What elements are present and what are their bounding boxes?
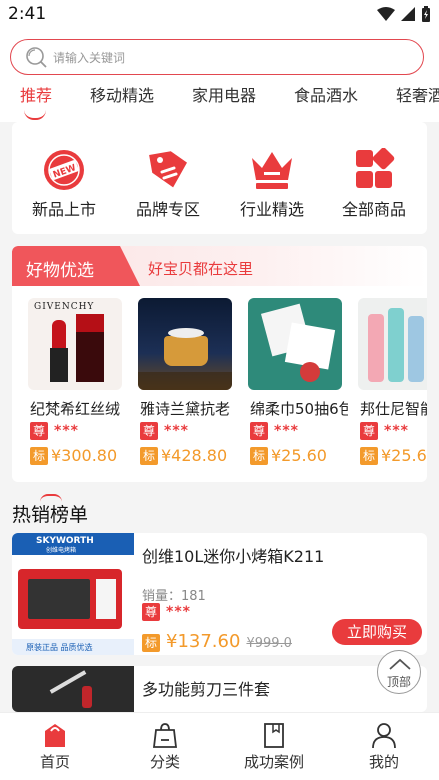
product-thumbnail (12, 666, 134, 712)
brand-tag-icon (149, 151, 188, 188)
signal-icon (401, 7, 415, 21)
member-price-stars: *** (164, 423, 189, 439)
member-badge: 尊 (250, 422, 268, 440)
product-card[interactable]: 雅诗兰黛抗老 尊 *** 标 ¥428.80 (138, 298, 240, 465)
product-image (358, 298, 427, 390)
book-icon (264, 723, 284, 748)
chevron-up-icon (389, 658, 411, 670)
category-new-arrivals[interactable]: NEW 新品上市 (14, 148, 114, 220)
product-price: ¥137.60 (166, 631, 241, 652)
product-name: 多功能剪刀三件套 (142, 680, 271, 699)
category-tabs: 推荐 移动精选 家用电器 食品酒水 轻奢酒 (0, 80, 439, 120)
category-label: 全部商品 (341, 200, 406, 219)
sales-count: 销量：181 (142, 589, 206, 604)
good-picks-subtitle: 好宝贝都在这里 (148, 260, 254, 278)
status-icons (377, 6, 431, 22)
battery-icon (422, 6, 430, 22)
nav-success-cases[interactable]: 成功案例 (229, 721, 319, 772)
bottom-navigation: 首页 分类 成功案例 我的 (0, 712, 439, 780)
member-badge: 尊 (142, 603, 160, 621)
crown-icon (252, 152, 292, 189)
price-badge: 标 (250, 446, 268, 465)
wifi-icon (377, 7, 395, 21)
product-name: 绵柔巾50抽6包 (250, 400, 348, 418)
product-image (248, 298, 342, 390)
member-price-stars: *** (384, 423, 409, 439)
member-badge: 尊 (360, 422, 378, 440)
product-image: GIVENCHY (28, 298, 122, 390)
good-picks-section: 好物优选 好宝贝都在这里 GIVENCHY 纪梵希红丝绒 尊 *** 标 ¥300.… (12, 246, 427, 482)
product-card[interactable]: GIVENCHY 纪梵希红丝绒 尊 *** 标 ¥300.80 (28, 298, 130, 465)
category-shortcuts: NEW 新品上市 品牌专区 行业精选 全部商品 (12, 122, 427, 234)
tab-mobile-picks[interactable]: 移动精选 (90, 82, 154, 106)
product-name: 纪梵希红丝绒 (30, 400, 121, 418)
status-time: 2:41 (8, 4, 47, 24)
product-name: 创维10L迷你小烤箱K211 (142, 547, 325, 566)
category-label: 新品上市 (31, 200, 96, 219)
product-price: ¥25.60 (381, 446, 427, 465)
member-price-stars: *** (166, 604, 191, 620)
price-badge: 标 (360, 446, 378, 465)
hot-list-item[interactable]: 多功能剪刀三件套 (12, 666, 427, 712)
buy-now-button[interactable]: 立即购买 (332, 619, 422, 645)
tab-home-appliances[interactable]: 家用电器 (192, 82, 256, 106)
thumb-sub: 创维电烤箱 (46, 547, 77, 554)
price-badge: 标 (30, 446, 48, 465)
grid-icon (356, 148, 395, 188)
product-thumbnail: SKYWORTH 创维电烤箱 原装正品 品质优选 (12, 533, 134, 655)
nav-label: 首页 (39, 753, 70, 771)
member-price-stars: *** (274, 423, 299, 439)
member-badge: 尊 (30, 422, 48, 440)
category-brand-zone[interactable]: 品牌专区 (118, 148, 218, 220)
tab-recommend[interactable]: 推荐 (20, 82, 52, 106)
price-badge: 标 (140, 446, 158, 465)
new-badge-icon: NEW (44, 150, 84, 190)
search-placeholder: 请输入关键词 (53, 51, 126, 65)
user-icon (372, 723, 396, 749)
category-label: 行业精选 (239, 200, 304, 219)
product-image (138, 298, 232, 390)
original-price: ¥999.0 (246, 636, 292, 651)
category-label: 品牌专区 (135, 200, 200, 219)
member-badge: 尊 (140, 422, 158, 440)
product-name: 邦仕尼智能保温杯 (360, 400, 427, 418)
tab-light-luxury[interactable]: 轻奢酒 (396, 82, 439, 106)
product-price: ¥428.80 (161, 446, 228, 465)
back-to-top-button[interactable]: 顶部 (377, 650, 421, 694)
price-badge: 标 (142, 634, 160, 652)
hot-list-title: 热销榜单 (12, 504, 89, 526)
nav-category[interactable]: 分类 (120, 721, 210, 772)
product-name: 雅诗兰黛抗老 (140, 400, 231, 418)
hot-list-item[interactable]: SKYWORTH 创维电烤箱 原装正品 品质优选 创维10L迷你小烤箱K211 … (12, 533, 427, 655)
good-picks-title: 好物优选 (26, 261, 94, 281)
thumb-footer: 原装正品 品质优选 (26, 643, 93, 652)
search-input[interactable]: 请输入关键词 (10, 39, 424, 75)
shopping-bag-icon (152, 723, 178, 748)
home-bag-icon (45, 724, 65, 747)
back-to-top-label: 顶部 (386, 675, 411, 689)
category-all-products[interactable]: 全部商品 (324, 148, 424, 220)
status-bar: 2:41 (0, 0, 439, 32)
nav-profile[interactable]: 我的 (339, 721, 429, 772)
nav-label: 成功案例 (243, 753, 304, 771)
member-price-stars: *** (54, 423, 79, 439)
search-icon (26, 47, 47, 68)
nav-home[interactable]: 首页 (10, 721, 100, 772)
product-card[interactable]: 邦仕尼智能保温杯 尊 *** 标¥25.60 (358, 298, 427, 465)
product-price: ¥25.60 (271, 446, 327, 465)
tab-food-drinks[interactable]: 食品酒水 (294, 82, 358, 106)
category-industry-picks[interactable]: 行业精选 (222, 148, 322, 220)
nav-label: 分类 (149, 753, 180, 771)
product-price: ¥300.80 (51, 446, 118, 465)
header: 请输入关键词 推荐 移动精选 家用电器 食品酒水 轻奢酒 (0, 32, 439, 122)
product-card[interactable]: 绵柔巾50抽6包 尊 *** 标 ¥25.60 (248, 298, 350, 465)
nav-label: 我的 (368, 753, 399, 771)
product-brand-text: GIVENCHY (34, 302, 95, 312)
